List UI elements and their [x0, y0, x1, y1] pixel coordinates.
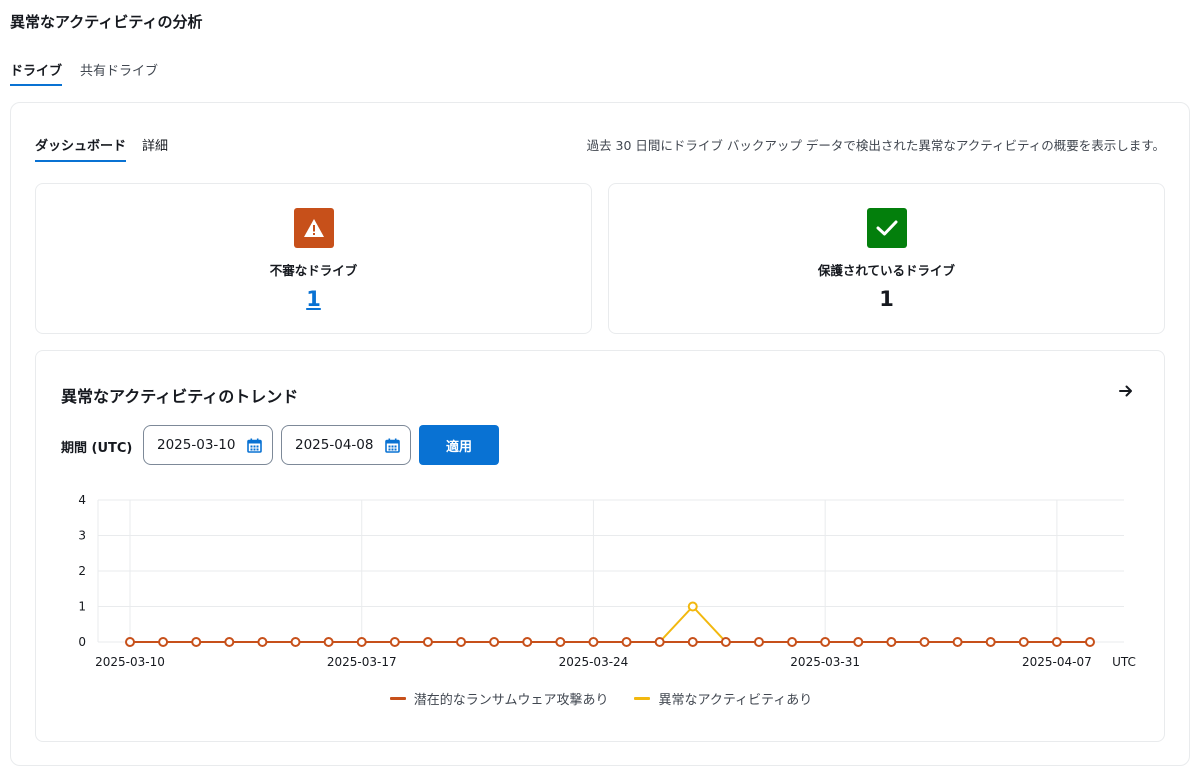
legend-swatch-anomaly: [634, 697, 651, 700]
series-line: [130, 605, 1090, 643]
drive-tabs: ドライブ 共有ドライブ: [10, 60, 158, 88]
data-point: [290, 637, 301, 647]
tab-shared-drive[interactable]: 共有ドライブ: [80, 60, 158, 88]
chart-legend: 潜在的なランサムウェア攻撃あり 異常なアクティビティあり: [36, 689, 1166, 708]
data-point: [853, 637, 864, 647]
protected-drives-card: 保護されているドライブ 1: [608, 183, 1165, 334]
data-point: [422, 637, 433, 647]
data-point: [456, 637, 467, 647]
data-point: [356, 637, 367, 647]
data-point: [489, 637, 500, 647]
x-tick-label: 2025-03-10: [95, 655, 165, 669]
check-icon: [866, 208, 907, 248]
data-point: [323, 637, 334, 647]
x-tick-label: 2025-04-07: [1022, 655, 1092, 669]
data-point: [753, 637, 764, 647]
data-point: [886, 637, 897, 647]
data-point: [787, 637, 798, 647]
legend-item-ransomware[interactable]: 潜在的なランサムウェア攻撃あり: [389, 689, 609, 708]
data-point: [158, 637, 169, 647]
x-axis-unit: UTC: [1112, 655, 1136, 669]
data-point: [952, 637, 963, 647]
data-point: [1051, 637, 1062, 647]
data-point: [654, 637, 665, 647]
suspicious-drives-card: 不審なドライブ 1: [35, 183, 592, 334]
page-title: 異常なアクティビティの分析: [10, 13, 203, 31]
data-point: [555, 637, 566, 647]
x-tick-label: 2025-03-24: [559, 655, 629, 669]
warning-icon: [293, 208, 334, 248]
summary-text: 過去 30 日間にドライブ バックアップ データで検出された異常なアクティビティ…: [586, 138, 1165, 153]
y-tick-label: 1: [78, 600, 86, 614]
data-point: [125, 637, 135, 647]
data-point: [522, 637, 533, 647]
data-point: [621, 637, 632, 647]
suspicious-drives-count-link[interactable]: 1: [36, 287, 591, 311]
data-point: [820, 637, 831, 647]
tab-details[interactable]: 詳細: [142, 135, 168, 162]
data-point: [687, 601, 698, 612]
data-point: [687, 637, 698, 647]
data-point: [389, 637, 400, 647]
y-tick-label: 2: [78, 564, 86, 578]
protected-drives-label: 保護されているドライブ: [817, 263, 956, 278]
data-point: [985, 637, 996, 647]
data-point: [224, 637, 235, 647]
analysis-panel: ダッシュボード 詳細 過去 30 日間にドライブ バックアップ データで検出され…: [10, 102, 1190, 766]
legend-label-ransomware: 潜在的なランサムウェア攻撃あり: [413, 693, 609, 708]
y-tick-label: 0: [78, 635, 86, 649]
suspicious-drives-label: 不審なドライブ: [269, 263, 358, 278]
y-tick-label: 4: [78, 493, 86, 507]
view-tabs: ダッシュボード 詳細: [35, 135, 168, 162]
trend-chart: 0 1 2 3 4 2025-03-10 2025-03-17 2025-03-24 2025-…: [78, 493, 1136, 669]
x-tick-label: 2025-03-31: [790, 655, 860, 669]
legend-item-anomaly[interactable]: 異常なアクティビティあり: [634, 689, 812, 708]
data-point: [1018, 637, 1029, 647]
tab-dashboard[interactable]: ダッシュボード: [35, 135, 127, 162]
y-tick-label: 3: [78, 529, 86, 543]
data-point: [257, 637, 268, 647]
protected-drives-count: 1: [879, 287, 894, 311]
legend-label-anomaly: 異常なアクティビティあり: [658, 693, 813, 708]
data-point: [191, 637, 202, 647]
tab-drive[interactable]: ドライブ: [10, 60, 63, 88]
trend-card: 異常なアクティビティのトレンド 期間 (UTC) 2025-03-10 2025…: [35, 350, 1165, 742]
legend-swatch-ransomware: [389, 697, 406, 700]
data-point: [919, 637, 930, 647]
x-tick-label: 2025-03-17: [327, 655, 397, 669]
data-point: [588, 637, 599, 647]
data-point: [1085, 637, 1095, 647]
data-point: [720, 637, 731, 647]
